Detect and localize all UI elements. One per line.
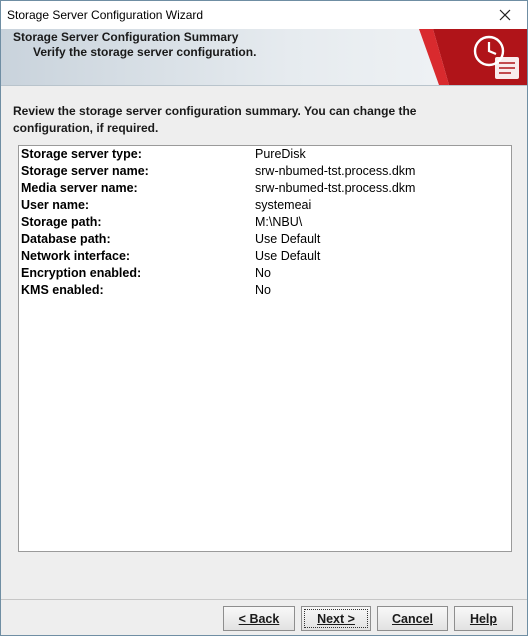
summary-row: Network interface: Use Default [21, 249, 509, 266]
back-button[interactable]: < Back [223, 606, 295, 631]
window-title: Storage Server Configuration Wizard [7, 8, 204, 22]
title-bar: Storage Server Configuration Wizard [1, 1, 527, 29]
summary-row: KMS enabled: No [21, 283, 509, 300]
summary-value: srw-nbumed-tst.process.dkm [255, 181, 416, 195]
close-icon [499, 9, 511, 21]
summary-label: KMS enabled: [21, 283, 104, 297]
summary-label: Database path: [21, 232, 111, 246]
intro-text: Review the storage server configuration … [13, 103, 513, 137]
next-button[interactable]: Next > [301, 606, 371, 631]
summary-label: User name: [21, 198, 90, 212]
summary-row: Encryption enabled: No [21, 266, 509, 283]
wizard-window: Storage Server Configuration Wizard Stor… [0, 0, 528, 636]
summary-row: Storage path: M:\NBU\ [21, 215, 509, 232]
summary-label: Storage server name: [21, 164, 149, 178]
intro-line-2: configuration, if required. [13, 121, 159, 135]
summary-value: srw-nbumed-tst.process.dkm [255, 164, 416, 178]
summary-label: Network interface: [21, 249, 131, 263]
summary-row: Media server name: srw-nbumed-tst.proces… [21, 181, 509, 198]
summary-row: Storage server name: srw-nbumed-tst.proc… [21, 164, 509, 181]
close-button[interactable] [483, 1, 527, 29]
banner-title: Storage Server Configuration Summary [13, 30, 239, 44]
summary-value: No [255, 283, 271, 297]
intro-line-1: Review the storage server configuration … [13, 104, 417, 118]
summary-row: Storage server type: PureDisk [21, 147, 509, 164]
summary-value: Use Default [255, 249, 321, 263]
summary-panel[interactable]: Storage server type: PureDisk Storage se… [18, 145, 512, 552]
summary-value: Use Default [255, 232, 321, 246]
summary-row: Database path: Use Default [21, 232, 509, 249]
summary-value: No [255, 266, 271, 280]
summary-label: Media server name: [21, 181, 138, 195]
summary-value: PureDisk [255, 147, 306, 161]
cancel-button[interactable]: Cancel [377, 606, 448, 631]
summary-row: User name: systemeai [21, 198, 509, 215]
help-button[interactable]: Help [454, 606, 513, 631]
summary-label: Encryption enabled: [21, 266, 142, 280]
clock-scroll-icon [419, 29, 527, 85]
summary-value: systemeai [255, 198, 312, 212]
summary-value: M:\NBU\ [255, 215, 303, 229]
wizard-banner: Storage Server Configuration Summary Ver… [1, 29, 527, 86]
button-separator [1, 599, 527, 600]
summary-label: Storage path: [21, 215, 102, 229]
summary-label: Storage server type: [21, 147, 142, 161]
banner-subtitle: Verify the storage server configuration. [33, 45, 257, 59]
